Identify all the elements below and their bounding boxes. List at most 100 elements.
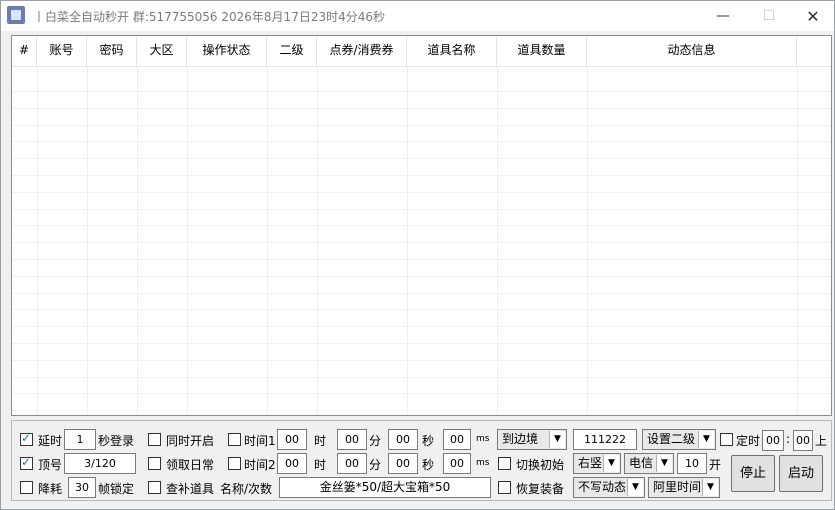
timer-minute-input[interactable]: 00 <box>793 430 813 451</box>
dynamic-select[interactable]: 不写动态 ▼ <box>573 477 645 498</box>
column-header-index[interactable]: # <box>12 36 37 66</box>
table-row-line <box>12 377 831 378</box>
maximize-button[interactable]: ☐ <box>746 3 792 29</box>
table-row-line <box>12 141 831 142</box>
app-icon <box>7 6 25 24</box>
stop-button[interactable]: 停止 <box>731 455 775 492</box>
column-header-dynamic-info[interactable]: 动态信息 <box>587 36 797 66</box>
reduce-checkbox[interactable] <box>20 481 33 494</box>
time1-second-input[interactable]: 00 <box>388 429 418 450</box>
column-header-status[interactable]: 操作状态 <box>187 36 267 66</box>
isp-select-value: 电信 <box>629 456 654 470</box>
delay-checkbox[interactable] <box>20 431 33 446</box>
minimize-button[interactable]: — <box>700 3 746 29</box>
restore-equipment-checkbox[interactable] <box>498 481 511 494</box>
time2-label: 时间2 <box>244 458 276 472</box>
column-header-coupons[interactable]: 点券/消费券 <box>317 36 407 66</box>
level2-select-value: 设置二级 <box>647 432 696 446</box>
timer-separator: : <box>786 432 791 446</box>
time1-checkbox[interactable] <box>228 433 241 446</box>
mode-select-value: 到边境 <box>502 432 539 446</box>
hour-unit-label-2: 时 <box>314 458 327 472</box>
time-source-select[interactable]: 阿里时间 ▼ <box>648 477 720 498</box>
second-unit-label-2: 秒 <box>422 458 435 472</box>
time2-hour-input[interactable]: 00 <box>277 453 307 474</box>
timer-label: 定时 <box>736 434 761 448</box>
time-source-select-value: 阿里时间 <box>653 480 702 494</box>
start-button[interactable]: 启动 <box>779 455 823 492</box>
column-header-region[interactable]: 大区 <box>137 36 187 66</box>
items-input[interactable]: 金丝篓*50/超大宝箱*50 <box>279 477 491 498</box>
title-bar[interactable]: 丨白菜全自动秒开 群:517755056 2026年8月17日23时4分46秒 … <box>1 1 834 31</box>
table-row-line <box>12 343 831 344</box>
code-input[interactable]: 111222 <box>573 429 637 450</box>
time2-checkbox[interactable] <box>228 457 241 470</box>
column-header-account[interactable]: 账号 <box>37 36 87 66</box>
switch-initial-checkbox[interactable] <box>498 457 511 470</box>
window-title: 丨白菜全自动秒开 群:517755056 2026年8月17日23时4分46秒 <box>33 10 386 24</box>
minute-unit-label-2: 分 <box>369 458 382 472</box>
column-header-item-count[interactable]: 道具数量 <box>497 36 587 66</box>
table-row-line <box>12 175 831 176</box>
time2-ms-input[interactable]: 00 <box>443 453 471 474</box>
time2-minute-input[interactable]: 00 <box>337 453 367 474</box>
table-row-line <box>12 360 831 361</box>
time1-label: 时间1 <box>244 434 276 448</box>
table-row-line <box>12 309 831 310</box>
table-row-line <box>12 393 831 394</box>
simultaneous-label: 同时开启 <box>166 434 215 448</box>
daily-checkbox[interactable] <box>148 457 161 470</box>
table-header: # 账号 密码 大区 操作状态 二级 点券/消费券 道具名称 道具数量 动态信息 <box>12 36 831 67</box>
simultaneous-checkbox[interactable] <box>148 433 161 446</box>
time1-hour-input[interactable]: 00 <box>277 429 307 450</box>
fps-suffix-label: 帧锁定 <box>98 482 135 496</box>
main-window: 丨白菜全自动秒开 群:517755056 2026年8月17日23时4分46秒 … <box>0 0 835 510</box>
daily-label: 领取日常 <box>166 458 215 472</box>
delay-seconds-input[interactable]: 1 <box>64 429 96 450</box>
table-row-line <box>12 326 831 327</box>
delay-label: 延时 <box>38 434 63 448</box>
minute-unit-label: 分 <box>369 434 382 448</box>
table-row-line <box>12 91 831 92</box>
login-suffix-label: 秒登录 <box>98 434 135 448</box>
level2-select[interactable]: 设置二级 ▼ <box>642 429 716 450</box>
table-row-line <box>12 192 831 193</box>
side-select[interactable]: 右竖 ▼ <box>573 453 621 474</box>
close-button[interactable]: ✕ <box>790 3 835 29</box>
table-row-line <box>12 158 831 159</box>
chevron-down-icon: ▼ <box>698 431 714 448</box>
top-account-input[interactable]: 3/120 <box>64 453 136 474</box>
chevron-down-icon: ▼ <box>627 479 643 496</box>
table-row-line <box>12 276 831 277</box>
hour-unit-label: 时 <box>314 434 327 448</box>
restore-equipment-label: 恢复装备 <box>516 482 565 496</box>
table-row-line <box>12 410 831 411</box>
check-items-checkbox[interactable] <box>148 481 161 494</box>
column-header-item-name[interactable]: 道具名称 <box>407 36 497 66</box>
isp-select[interactable]: 电信 ▼ <box>624 453 674 474</box>
timer-hour-input[interactable]: 00 <box>762 430 784 451</box>
account-table[interactable]: # 账号 密码 大区 操作状态 二级 点券/消费券 道具名称 道具数量 动态信息 <box>11 35 832 416</box>
timer-checkbox[interactable] <box>720 433 733 446</box>
column-header-password[interactable]: 密码 <box>87 36 137 66</box>
top-account-checkbox[interactable] <box>20 455 33 470</box>
column-header-level2[interactable]: 二级 <box>267 36 317 66</box>
fps-input[interactable]: 30 <box>68 477 96 498</box>
top-account-label: 顶号 <box>38 458 63 472</box>
timer-suffix-label: 上 <box>815 434 828 448</box>
dynamic-select-value: 不写动态 <box>578 480 627 494</box>
reduce-label: 降耗 <box>38 482 63 496</box>
mode-select[interactable]: 到边境 ▼ <box>497 429 567 450</box>
table-row-line <box>12 293 831 294</box>
time1-minute-input[interactable]: 00 <box>337 429 367 450</box>
name-count-label: 名称/次数 <box>220 482 273 496</box>
count-input[interactable]: 10 <box>677 453 707 474</box>
control-panel: 延时 1 秒登录 同时开启 时间1 00 时 00 分 00 秒 00 ms 到… <box>11 420 832 501</box>
chevron-down-icon: ▼ <box>603 455 619 472</box>
ms-unit-label-2: ms <box>476 458 490 468</box>
table-row-line <box>12 242 831 243</box>
time1-ms-input[interactable]: 00 <box>443 429 471 450</box>
time2-second-input[interactable]: 00 <box>388 453 418 474</box>
side-select-value: 右竖 <box>578 456 603 470</box>
second-unit-label: 秒 <box>422 434 435 448</box>
